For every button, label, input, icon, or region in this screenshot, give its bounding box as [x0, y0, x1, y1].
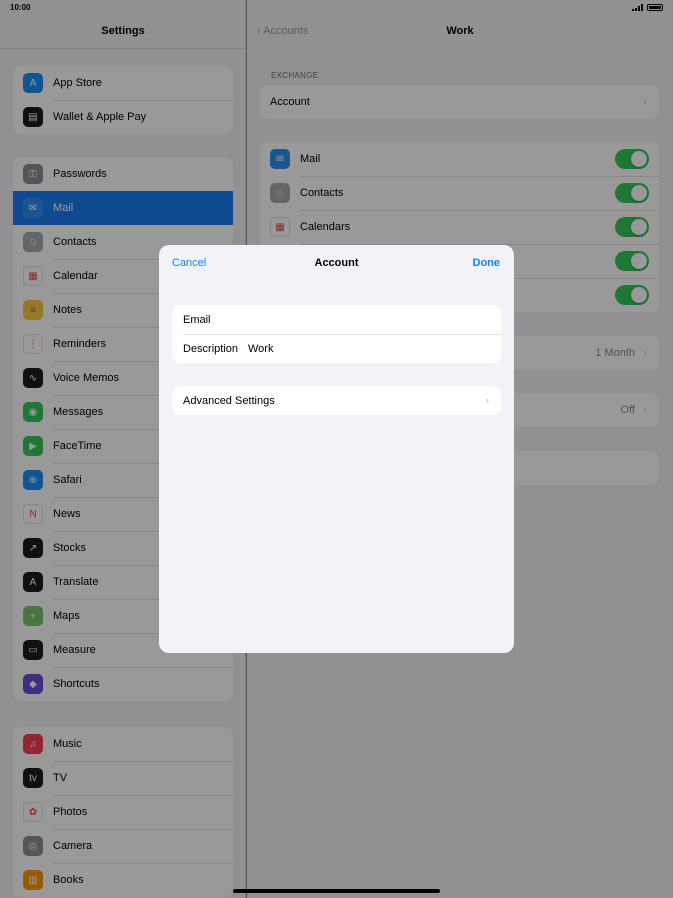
advanced-group: Advanced Settings ›: [172, 386, 501, 415]
email-row: Email: [172, 305, 501, 334]
account-modal: Cancel Account Done Email Description Ad…: [159, 245, 514, 653]
screen: 10:00 Settings A App Store ▤ Wallet & Apple…: [0, 0, 673, 898]
modal-title: Account: [314, 257, 359, 269]
home-indicator[interactable]: [233, 889, 440, 893]
email-field[interactable]: [248, 313, 468, 326]
done-button[interactable]: Done: [473, 257, 501, 269]
account-fields-group: Email Description: [172, 305, 501, 363]
chevron-right-icon: ›: [485, 394, 489, 407]
advanced-settings-label: Advanced Settings: [183, 394, 275, 407]
description-field[interactable]: [248, 342, 468, 355]
advanced-settings-row[interactable]: Advanced Settings ›: [172, 386, 501, 415]
email-label: Email: [183, 313, 211, 326]
description-row: Description: [172, 334, 501, 363]
description-label: Description: [183, 342, 239, 355]
